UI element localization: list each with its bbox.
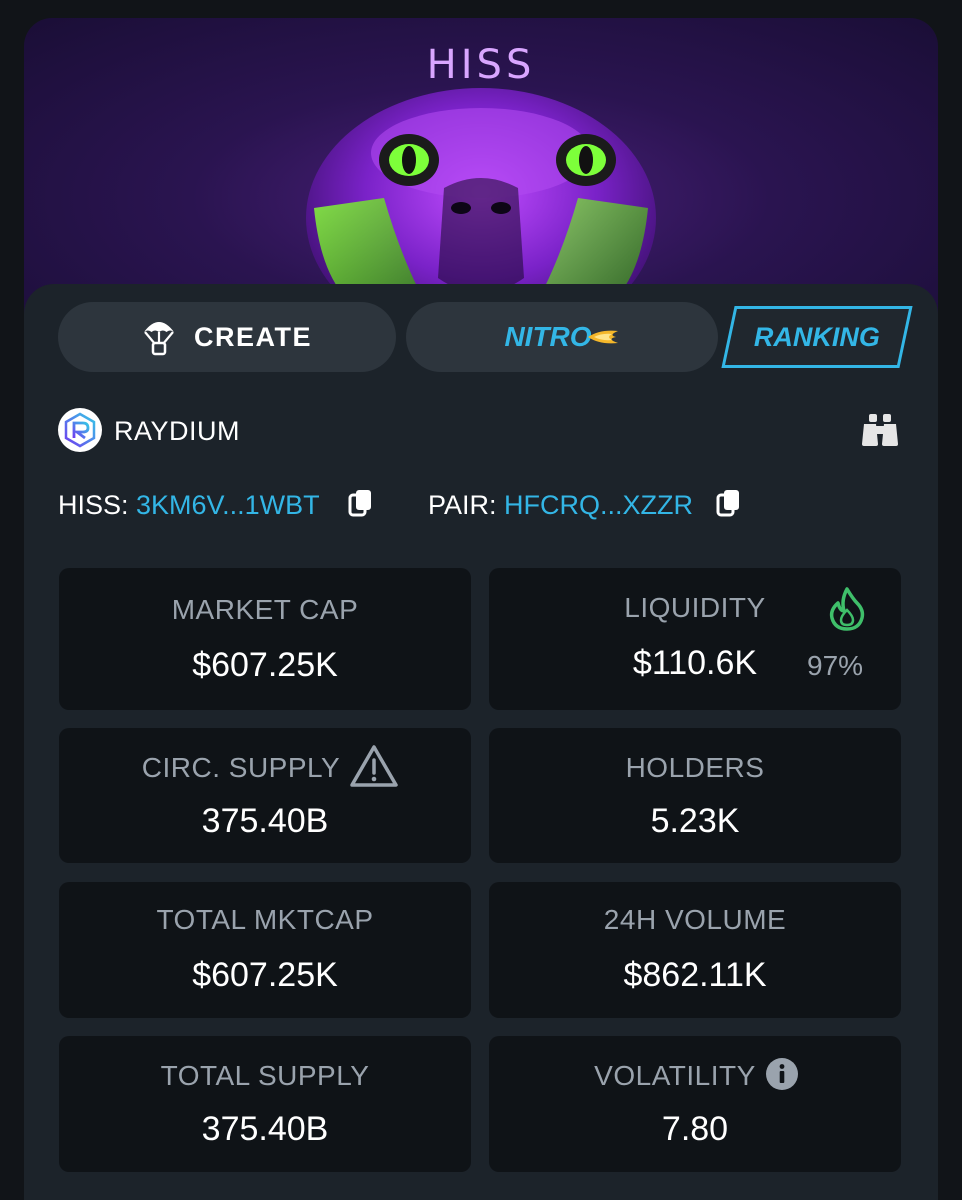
pair-address[interactable]: HFCRQ...XZZR: [504, 490, 693, 521]
pair-address-label: PAIR:: [428, 490, 497, 520]
stat-value: $862.11K: [623, 956, 767, 994]
liquidity-burn-percent: 97%: [807, 650, 864, 681]
token-info-card: CREATE NITRO RANKING RAYDIUM HISS: 3KM6V…: [24, 284, 938, 1200]
stat-value: 375.40B: [201, 1110, 329, 1148]
ranking-button[interactable]: RANKING: [721, 306, 913, 368]
copy-icon[interactable]: [348, 488, 374, 518]
stat-value: 375.40B: [201, 802, 329, 840]
create-label: CREATE: [193, 321, 312, 352]
warning-icon[interactable]: [349, 744, 399, 788]
stat-label: TOTAL SUPPLY: [160, 1060, 370, 1091]
token-address-label: HISS:: [58, 490, 129, 520]
info-icon[interactable]: [765, 1057, 799, 1091]
token-address[interactable]: 3KM6V...1WBT: [136, 490, 320, 521]
stat-label: 24H VOLUME: [603, 904, 787, 935]
stat-label: HOLDERS: [625, 752, 765, 783]
dex-name: RAYDIUM: [114, 416, 241, 446]
stat-value: 5.23K: [650, 802, 740, 840]
token-banner: HISS: [24, 18, 938, 318]
stat-value: $607.25K: [192, 646, 338, 684]
raydium-logo[interactable]: [58, 408, 102, 452]
stat-label: VOLATILITY: [594, 1060, 756, 1091]
stat-volatility: VOLATILITY 7.80: [489, 1036, 901, 1172]
dex-row: RAYDIUM: [58, 408, 910, 456]
binoculars-icon[interactable]: [860, 412, 900, 448]
stat-total-supply: TOTAL SUPPLY 375.40B: [59, 1036, 471, 1172]
create-button[interactable]: CREATE: [58, 302, 396, 372]
stat-value: $607.25K: [192, 956, 338, 994]
stat-holders: HOLDERS 5.23K: [489, 728, 901, 863]
stat-24h-volume: 24H VOLUME $862.11K: [489, 882, 901, 1018]
banner-title: HISS: [426, 42, 536, 88]
nitro-flame-icon: [587, 330, 618, 344]
stat-total-mktcap: TOTAL MKTCAP $607.25K: [59, 882, 471, 1018]
parachute-icon: [143, 322, 174, 356]
action-tabs: CREATE NITRO RANKING: [58, 302, 913, 372]
nitro-button[interactable]: NITRO: [406, 302, 718, 372]
address-row: HISS: 3KM6V...1WBT PAIR: HFCRQ...XZZR: [58, 486, 910, 526]
stat-circ-supply: CIRC. SUPPLY 375.40B: [59, 728, 471, 863]
stat-market-cap: MARKET CAP $607.25K: [59, 568, 471, 710]
copy-icon[interactable]: [716, 488, 742, 518]
stat-label: MARKET CAP: [171, 594, 359, 625]
nitro-label: NITRO: [504, 321, 592, 352]
stat-value: 7.80: [661, 1110, 729, 1148]
stat-liquidity: LIQUIDITY $110.6K 97%: [489, 568, 901, 710]
flame-icon: [829, 587, 865, 631]
stat-label: TOTAL MKTCAP: [156, 904, 374, 935]
ranking-label: RANKING: [754, 321, 880, 352]
